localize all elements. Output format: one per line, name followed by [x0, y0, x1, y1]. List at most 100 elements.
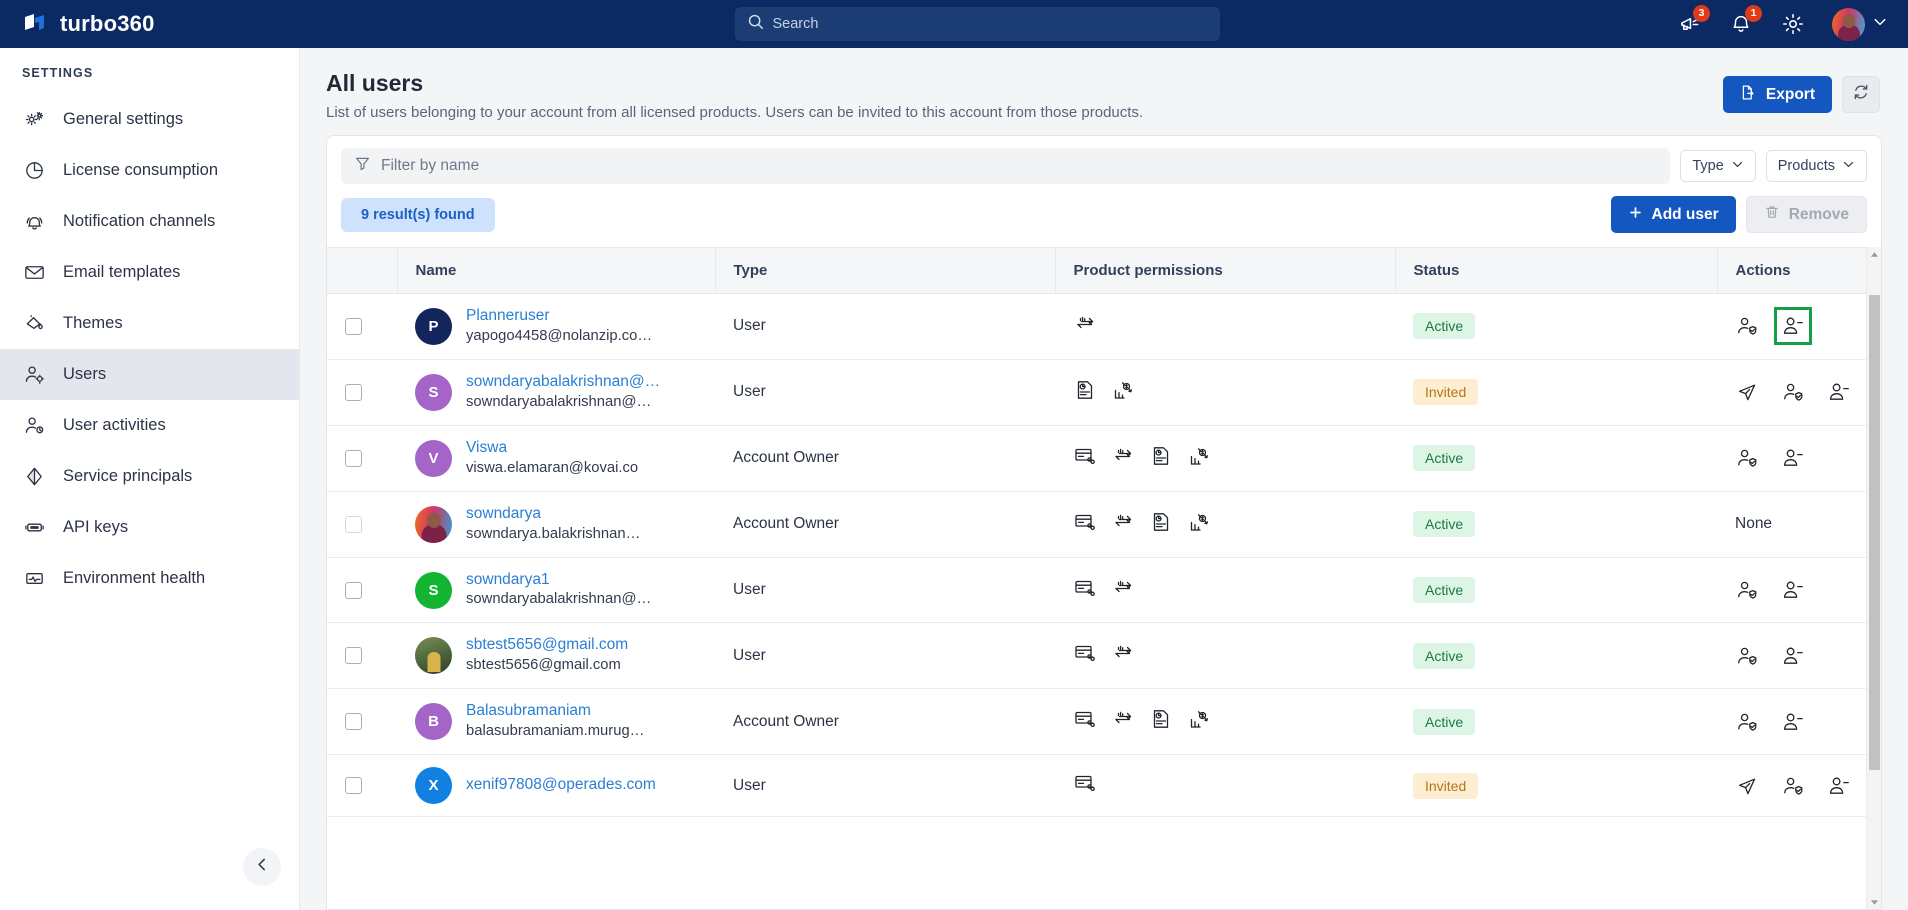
table-row[interactable]: S sowndaryabalakrishnan@… sowndaryabalak… — [327, 359, 1881, 426]
table-row[interactable]: sbtest5656@gmail.com sbtest5656@gmail.co… — [327, 622, 1881, 690]
row-select-cell — [327, 293, 397, 360]
user-email: sowndarya.balakrishnan… — [466, 525, 641, 542]
remove-label: Remove — [1788, 205, 1849, 223]
table-row[interactable]: X xenif97808@operades.com User Invited — [327, 754, 1881, 818]
table-row[interactable]: V Viswa viswa.elamaran@kovai.co Account … — [327, 425, 1881, 492]
table-row[interactable]: P Planneruser yapogo4458@nolanzip.co… Us… — [327, 293, 1881, 360]
products-dropdown[interactable]: Products — [1765, 150, 1867, 182]
resend-invite-icon[interactable] — [1735, 380, 1759, 404]
row-select-cell — [327, 425, 397, 492]
scrollbar-thumb[interactable] — [1869, 295, 1880, 770]
table-row[interactable]: S sowndarya1 sowndaryabalakrishnan@… Use… — [327, 557, 1881, 624]
status-badge: Active — [1413, 511, 1476, 538]
row-checkbox[interactable] — [345, 647, 362, 665]
paint-bucket-icon — [22, 312, 46, 336]
remove-user-icon[interactable] — [1774, 307, 1812, 346]
table-row[interactable]: sowndarya sowndarya.balakrishnan… Accoun… — [327, 491, 1881, 558]
integrate-icon — [1073, 641, 1097, 670]
user-name-link[interactable]: sowndarya — [466, 505, 541, 522]
profile-menu[interactable] — [1832, 7, 1888, 41]
search-placeholder: Search — [772, 16, 819, 32]
plus-icon — [1628, 205, 1643, 225]
users-table-scroll: Name Type Product permissions Status Act… — [327, 247, 1881, 909]
add-user-button[interactable]: Add user — [1610, 196, 1736, 233]
user-name-link[interactable]: Planneruser — [466, 307, 550, 324]
user-cell: S sowndaryabalakrishnan@… sowndaryabalak… — [397, 359, 715, 426]
user-name-link[interactable]: Balasubramaniam — [466, 702, 591, 719]
gear-icon[interactable] — [1780, 11, 1806, 37]
sidebar-item-api-keys[interactable]: API keys — [0, 502, 299, 553]
remove-button[interactable]: Remove — [1745, 196, 1867, 233]
row-checkbox[interactable] — [345, 383, 362, 401]
sidebar-item-themes[interactable]: Themes — [0, 298, 299, 349]
megaphone-icon[interactable]: 3 — [1676, 5, 1710, 37]
refresh-button[interactable] — [1842, 76, 1880, 113]
user-avatar — [415, 505, 452, 543]
sidebar-collapse-button[interactable] — [243, 848, 281, 886]
sidebar-item-notification-channels[interactable]: Notification channels — [0, 196, 299, 247]
scroll-up-arrow-icon[interactable] — [1867, 247, 1881, 261]
row-checkbox[interactable] — [345, 581, 362, 599]
table-row[interactable]: B Balasubramaniam balasubramaniam.murug…… — [327, 688, 1881, 756]
remove-user-icon[interactable] — [1827, 774, 1851, 798]
report-icon — [1149, 510, 1173, 539]
body: SETTINGS General settings License consum… — [0, 48, 1908, 910]
sidebar-item-environment-health[interactable]: Environment health — [0, 553, 299, 604]
manage-permissions-icon[interactable] — [1781, 380, 1805, 404]
type-dropdown[interactable]: Type — [1680, 150, 1756, 182]
remove-user-icon[interactable] — [1827, 380, 1851, 404]
exchange-icon — [1111, 576, 1135, 605]
remove-user-icon[interactable] — [1781, 578, 1805, 602]
manage-permissions-icon[interactable] — [1735, 710, 1759, 734]
row-checkbox[interactable] — [345, 317, 362, 335]
user-cell: sbtest5656@gmail.com sbtest5656@gmail.co… — [397, 622, 715, 690]
bell-icon[interactable]: 1 — [1728, 5, 1762, 37]
remove-user-icon[interactable] — [1781, 644, 1805, 668]
integrate-icon — [1073, 576, 1097, 605]
remove-user-icon[interactable] — [1781, 710, 1805, 734]
manage-permissions-icon[interactable] — [1781, 774, 1805, 798]
row-checkbox[interactable] — [345, 713, 362, 731]
user-cell: P Planneruser yapogo4458@nolanzip.co… — [397, 293, 715, 360]
search-input[interactable]: Search — [734, 7, 1220, 41]
sidebar-item-license-consumption[interactable]: License consumption — [0, 145, 299, 196]
user-gear-icon — [22, 363, 46, 387]
search-icon — [747, 13, 764, 35]
resend-invite-icon[interactable] — [1735, 774, 1759, 798]
sidebar-item-general-settings[interactable]: General settings — [0, 94, 299, 145]
manage-permissions-icon[interactable] — [1735, 446, 1759, 470]
sidebar-item-users[interactable]: Users — [0, 349, 299, 400]
user-name-link[interactable]: sowndaryabalakrishnan@… — [466, 373, 660, 390]
product-permissions-cell — [1055, 425, 1395, 492]
filter-by-name-input[interactable]: Filter by name — [341, 148, 1671, 184]
status-cell: Invited — [1395, 754, 1717, 818]
user-name-link[interactable]: Viswa — [466, 439, 507, 456]
table-scrollbar[interactable] — [1866, 247, 1881, 909]
actions-cell — [1717, 688, 1881, 756]
exchange-icon — [1111, 707, 1135, 736]
user-name-link[interactable]: sbtest5656@gmail.com — [466, 636, 628, 653]
manage-permissions-icon[interactable] — [1735, 578, 1759, 602]
cost-analysis-icon — [1187, 707, 1211, 736]
user-email: yapogo4458@nolanzip.co… — [466, 327, 653, 344]
remove-user-icon[interactable] — [1781, 446, 1805, 470]
export-button[interactable]: Export — [1722, 76, 1832, 113]
row-checkbox[interactable] — [345, 777, 362, 795]
scroll-down-arrow-icon[interactable] — [1867, 895, 1881, 909]
user-name-link[interactable]: xenif97808@operades.com — [466, 776, 656, 793]
page-title: All users — [326, 70, 424, 96]
status-badge: Active — [1413, 708, 1476, 735]
user-name-link[interactable]: sowndarya1 — [466, 571, 550, 588]
sidebar-item-user-activities[interactable]: User activities — [0, 400, 299, 451]
manage-permissions-icon[interactable] — [1735, 644, 1759, 668]
actions-cell — [1717, 557, 1881, 624]
sidebar-item-label: General settings — [63, 110, 184, 128]
sidebar-item-service-principals[interactable]: Service principals — [0, 451, 299, 502]
exchange-icon — [1073, 312, 1097, 341]
row-checkbox[interactable] — [345, 515, 362, 533]
sidebar-item-email-templates[interactable]: Email templates — [0, 247, 299, 298]
products-dropdown-label: Products — [1777, 158, 1835, 174]
manage-permissions-icon[interactable] — [1735, 314, 1759, 338]
row-checkbox[interactable] — [345, 449, 362, 467]
brand[interactable]: turbo360 — [22, 11, 296, 37]
